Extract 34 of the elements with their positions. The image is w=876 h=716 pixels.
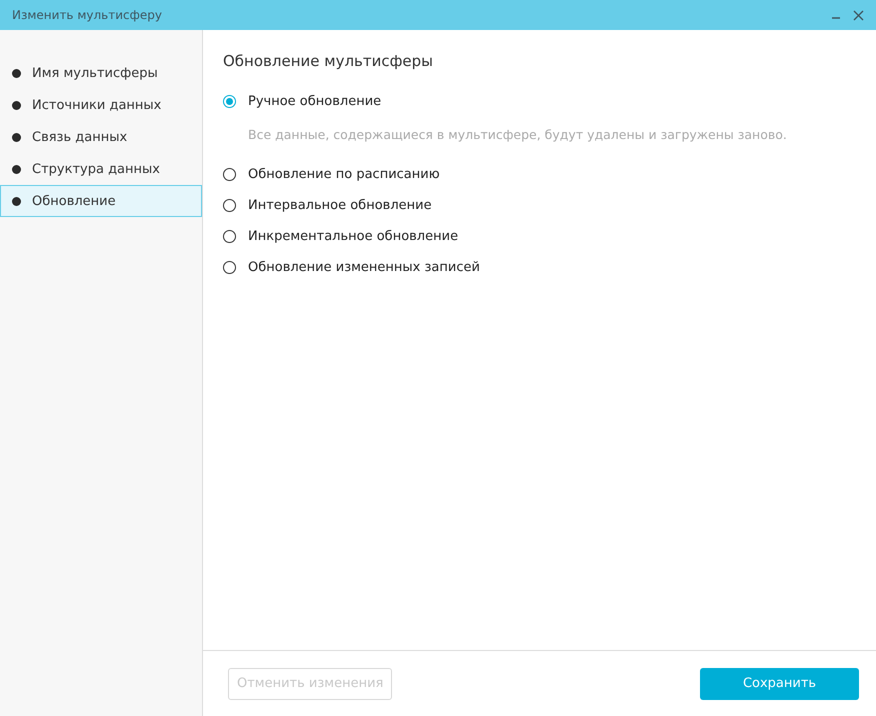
sidebar-item[interactable]: Структура данных [0,153,202,185]
radio-option[interactable]: Инкрементальное обновление [223,221,856,252]
radio-button[interactable] [223,168,236,181]
radio-button[interactable] [223,95,236,108]
sidebar-item[interactable]: Обновление [0,185,202,217]
section-title: Обновление мультисферы [223,52,434,70]
radio-button[interactable] [223,199,236,212]
bullet-icon [12,164,21,174]
radio-option[interactable]: Обновление измененных записей [223,252,856,283]
close-icon[interactable] [853,10,864,20]
bullet-icon [12,68,21,78]
radio-label: Ручное обновление [248,94,382,109]
bullet-icon [12,196,21,206]
bullet-icon [12,100,21,110]
sidebar-item[interactable]: Источники данных [0,89,202,121]
radio-label: Обновление по расписанию [248,167,440,182]
radio-option[interactable]: Обновление по расписанию [223,159,856,190]
sidebar-item-label: Связь данных [32,130,128,144]
radio-button[interactable] [223,230,236,243]
sidebar-item-label: Имя мультисферы [32,66,158,80]
radio-button[interactable] [223,261,236,274]
sidebar-item-label: Структура данных [32,162,160,176]
window-title: Изменить мультисферу [12,8,162,22]
radio-label: Обновление измененных записей [248,260,480,275]
option-description: Все данные, содержащиеся в мультисфере, будут удалены и загружены заново. [247,126,788,144]
bullet-icon [12,132,21,142]
sidebar-item[interactable]: Связь данных [0,121,202,153]
sidebar-item[interactable]: Имя мультисферы [0,57,202,89]
sidebar-item-label: Источники данных [32,98,162,112]
radio-option[interactable]: Ручное обновление [223,86,856,117]
sidebar-item-label: Обновление [32,194,116,208]
radio-label: Интервальное обновление [248,198,432,213]
radio-label: Инкрементальное обновление [248,229,458,244]
radio-option[interactable]: Интервальное обновление [223,190,856,221]
